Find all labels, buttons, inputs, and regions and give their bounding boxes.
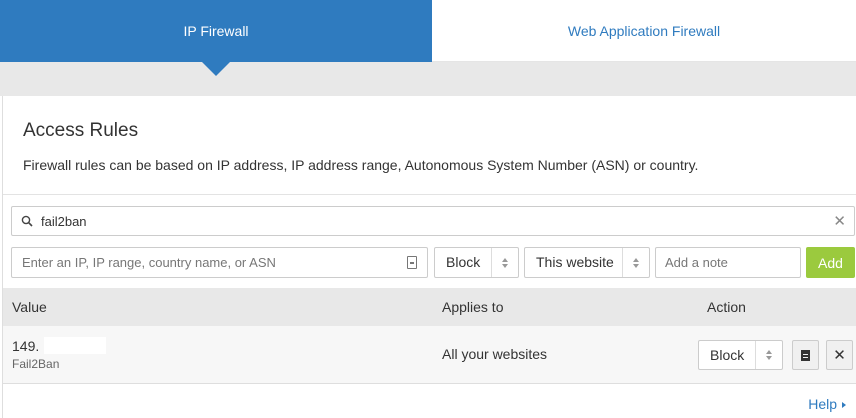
tab-content-band <box>0 62 856 96</box>
close-icon[interactable]: ✕ <box>833 212 846 230</box>
redacted-ip-block <box>44 337 106 354</box>
tab-web-application-firewall[interactable]: Web Application Firewall <box>432 0 856 62</box>
column-header-value: Value <box>12 299 47 315</box>
section-description: Firewall rules can be based on IP addres… <box>23 157 699 173</box>
rules-table-header: Value Applies to Action <box>3 288 856 326</box>
help-label: Help <box>808 396 837 412</box>
access-rules-card: Access Rules Firewall rules can be based… <box>2 96 856 418</box>
divider <box>3 194 856 195</box>
ip-input-field[interactable] <box>11 247 428 278</box>
search-input[interactable]: fail2ban <box>41 214 87 229</box>
rule-action-value: Block <box>710 347 745 363</box>
column-header-action: Action <box>707 299 746 315</box>
rule-note: Fail2Ban <box>12 357 60 371</box>
rule-action-select[interactable]: Block <box>698 340 783 370</box>
document-icon <box>801 349 810 361</box>
close-icon: ✕ <box>833 346 846 364</box>
section-title: Access Rules <box>23 120 139 141</box>
select-arrows-icon <box>755 341 782 369</box>
note-field[interactable] <box>655 247 801 278</box>
mode-select-value: Block <box>446 254 481 270</box>
mode-select[interactable]: Block <box>434 247 519 278</box>
rule-applies-to: All your websites <box>442 346 548 362</box>
delete-rule-button[interactable]: ✕ <box>826 340 853 370</box>
column-header-applies-to: Applies to <box>442 299 504 315</box>
table-row: 149. Fail2Ban All your websites Block ✕ <box>3 326 856 384</box>
add-rule-button[interactable]: Add <box>806 247 855 278</box>
firewall-tabs: IP Firewall Web Application Firewall <box>0 0 856 76</box>
ip-input[interactable] <box>12 248 392 277</box>
search-icon <box>21 215 33 227</box>
rule-ip-value: 149. <box>12 338 40 354</box>
scope-select-value: This website <box>536 254 614 270</box>
note-input[interactable] <box>656 248 800 277</box>
rules-search-box[interactable]: fail2ban ✕ <box>11 206 855 236</box>
address-book-icon[interactable] <box>407 256 417 269</box>
scope-select[interactable]: This website <box>524 247 650 278</box>
edit-note-button[interactable] <box>792 340 819 370</box>
help-link[interactable]: Help <box>808 396 846 412</box>
select-arrows-icon <box>622 248 649 277</box>
caret-right-icon <box>842 402 846 409</box>
tab-ip-firewall[interactable]: IP Firewall <box>0 0 432 76</box>
select-arrows-icon <box>491 248 518 277</box>
